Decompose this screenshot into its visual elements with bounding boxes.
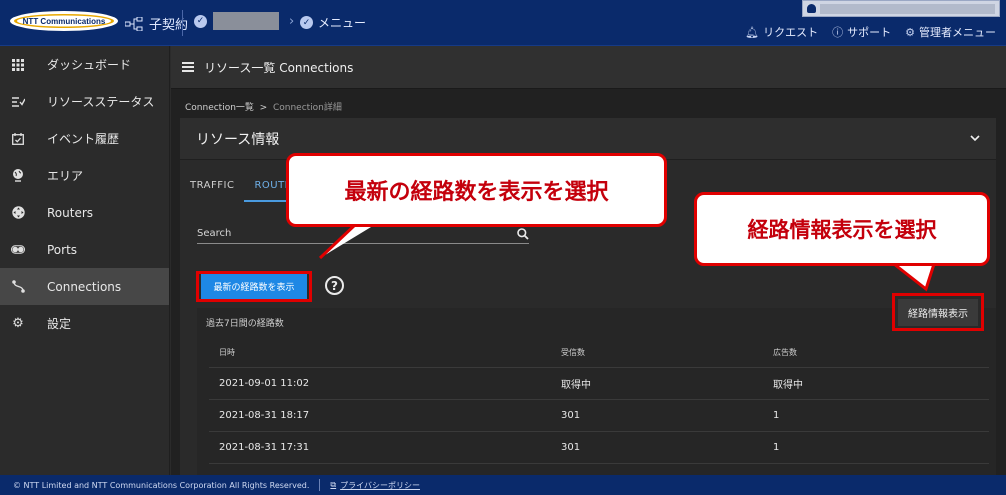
- sidebar-item-label: ダッシュボード: [47, 58, 132, 72]
- sidebar-item-label: エリア: [47, 169, 84, 183]
- sidebar-item-connections[interactable]: Connections: [0, 268, 169, 305]
- sidebar-item-label: 設定: [47, 317, 72, 331]
- column-header: 日時: [219, 348, 235, 357]
- support-link[interactable]: ⓘ サポート: [832, 24, 891, 40]
- connection-icon: [11, 280, 25, 294]
- sidebar-item-area[interactable]: エリア: [0, 157, 169, 194]
- table-cell: 301: [561, 442, 581, 453]
- page-title: リソース一覧 Connections: [204, 60, 354, 75]
- menu-icon[interactable]: [182, 62, 194, 72]
- header-links: 🔔︎ リクエスト ⓘ サポート ⚙ 管理者メニュー: [745, 24, 996, 40]
- masked-user-name: [820, 3, 995, 14]
- route-panel-title: 過去7日間の経路数: [206, 319, 284, 329]
- privacy-policy-label: プライバシーポリシー: [340, 480, 420, 490]
- table-cell: 2021-09-01 11:02: [219, 378, 310, 389]
- sidebar-item-label: Routers: [47, 205, 94, 220]
- check-circle-icon: ✓: [300, 16, 313, 29]
- footer-divider: [319, 479, 321, 491]
- table-cell: 取得中: [773, 380, 803, 391]
- sidebar-item-label: リソースステータス: [47, 95, 155, 109]
- route-info-button-highlight: 経路情報表示: [892, 293, 984, 331]
- table-cell: 1: [773, 442, 780, 453]
- grid-icon: [11, 58, 25, 72]
- gear-icon: ⚙: [12, 316, 24, 331]
- page-titlebar: リソース一覧 Connections: [171, 46, 1006, 89]
- user-icon: [807, 4, 816, 13]
- breadcrumb-parent[interactable]: Connection一覧: [185, 103, 254, 113]
- route-count-table: 日時 受信数 広告数 2021-09-01 11:02 取得中 取得中 2021…: [209, 338, 989, 464]
- sidebar-item-label: Connections: [47, 279, 122, 294]
- table-cell: 取得中: [561, 380, 591, 391]
- menu-label: メニュー: [318, 16, 367, 30]
- ntt-logo[interactable]: NTT Communications: [8, 10, 120, 32]
- sidebar-item-resource-status[interactable]: リソースステータス: [0, 83, 169, 120]
- search-label: Search: [197, 228, 232, 239]
- sidebar-item-settings[interactable]: ⚙ 設定: [0, 305, 169, 342]
- bell-icon: 🔔︎: [745, 25, 760, 39]
- search-icon[interactable]: [517, 227, 529, 240]
- card-title: リソース情報: [196, 131, 280, 148]
- sidebar-item-label: イベント履歴: [47, 132, 120, 146]
- table-cell: 2021-08-31 18:17: [219, 410, 310, 421]
- logo-text: NTT Communications: [23, 17, 106, 26]
- route-count-panel: 過去7日間の経路数 日時 受信数 広告数 2021-09-01 11:02 取得…: [197, 308, 996, 475]
- calendar-check-icon: [11, 132, 25, 146]
- column-header: 受信数: [561, 348, 585, 357]
- table-row: 2021-08-31 17:31 301 1: [209, 432, 989, 464]
- top-header: NTT Communications 子契約 ✓ › ✓ メニュー 🔔︎ リクエ…: [0, 0, 1006, 46]
- copyright-text: © NTT Limited and NTT Communications Cor…: [13, 480, 310, 490]
- support-label: サポート: [847, 26, 892, 39]
- user-account[interactable]: [802, 0, 1000, 17]
- port-icon: [11, 243, 25, 257]
- admin-menu-label: 管理者メニュー: [919, 26, 996, 39]
- org-tree-icon: [125, 16, 143, 31]
- breadcrumb-current: Connection詳細: [272, 103, 342, 113]
- router-icon: [11, 206, 25, 220]
- table-cell: 2021-08-31 17:31: [219, 442, 310, 453]
- sidebar-item-ports[interactable]: Ports: [0, 231, 169, 268]
- contract-crumb[interactable]: ✓ ›: [194, 12, 294, 30]
- show-latest-route-count-button[interactable]: 最新の経路数を表示: [201, 274, 307, 299]
- request-link[interactable]: 🔔︎ リクエスト: [745, 24, 818, 40]
- help-icon[interactable]: ?: [325, 276, 344, 295]
- help-circle-icon: ⓘ: [832, 26, 844, 39]
- request-label: リクエスト: [763, 26, 819, 39]
- table-row: 2021-09-01 11:02 取得中 取得中: [209, 368, 989, 400]
- privacy-policy-link[interactable]: ⧉ プライバシーポリシー: [330, 480, 420, 491]
- callout-tail: [893, 262, 936, 292]
- sidebar-item-label: Ports: [47, 242, 78, 257]
- callout-latest-route: 最新の経路数を表示を選択: [286, 153, 667, 227]
- table-header-row: 日時 受信数 広告数: [209, 338, 989, 368]
- sidebar-item-routers[interactable]: Routers: [0, 194, 169, 231]
- globe-pin-icon: [11, 169, 25, 183]
- table-cell: 1: [773, 410, 780, 421]
- latest-route-button-highlight: 最新の経路数を表示: [196, 271, 312, 302]
- status-list-icon: [11, 95, 25, 109]
- breadcrumb: Connection一覧 > Connection詳細: [185, 100, 342, 113]
- chevron-right-icon: ›: [289, 13, 295, 29]
- check-circle-icon: ✓: [194, 14, 207, 28]
- table-row: 2021-08-31 18:17 301 1: [209, 400, 989, 432]
- breadcrumb-separator: >: [259, 103, 268, 113]
- footer: © NTT Limited and NTT Communications Cor…: [0, 475, 1006, 495]
- column-header: 広告数: [773, 348, 797, 357]
- sidebar-item-dashboard[interactable]: ダッシュボード: [0, 46, 169, 83]
- tab-traffic[interactable]: TRAFFIC: [180, 170, 244, 202]
- table-cell: 301: [561, 410, 581, 421]
- org-selector[interactable]: 子契約: [125, 14, 188, 33]
- gear-icon: ⚙: [905, 25, 915, 39]
- admin-menu-link[interactable]: ⚙ 管理者メニュー: [905, 24, 996, 40]
- callout-tail: [318, 222, 376, 260]
- external-link-icon: ⧉: [330, 480, 337, 489]
- menu-crumb[interactable]: ✓ メニュー: [300, 14, 366, 31]
- show-route-info-button[interactable]: 経路情報表示: [898, 298, 978, 326]
- sidebar-item-event-history[interactable]: イベント履歴: [0, 120, 169, 157]
- sidebar: ダッシュボード リソースステータス イベント履歴 エリア Routers Por…: [0, 46, 170, 475]
- tab-bar: TRAFFIC ROUTE: [180, 170, 302, 202]
- header-divider: [182, 10, 183, 36]
- callout-route-info: 経路情報表示を選択: [694, 192, 990, 266]
- masked-contract-name: [213, 12, 279, 30]
- chevron-down-icon[interactable]: [970, 135, 980, 142]
